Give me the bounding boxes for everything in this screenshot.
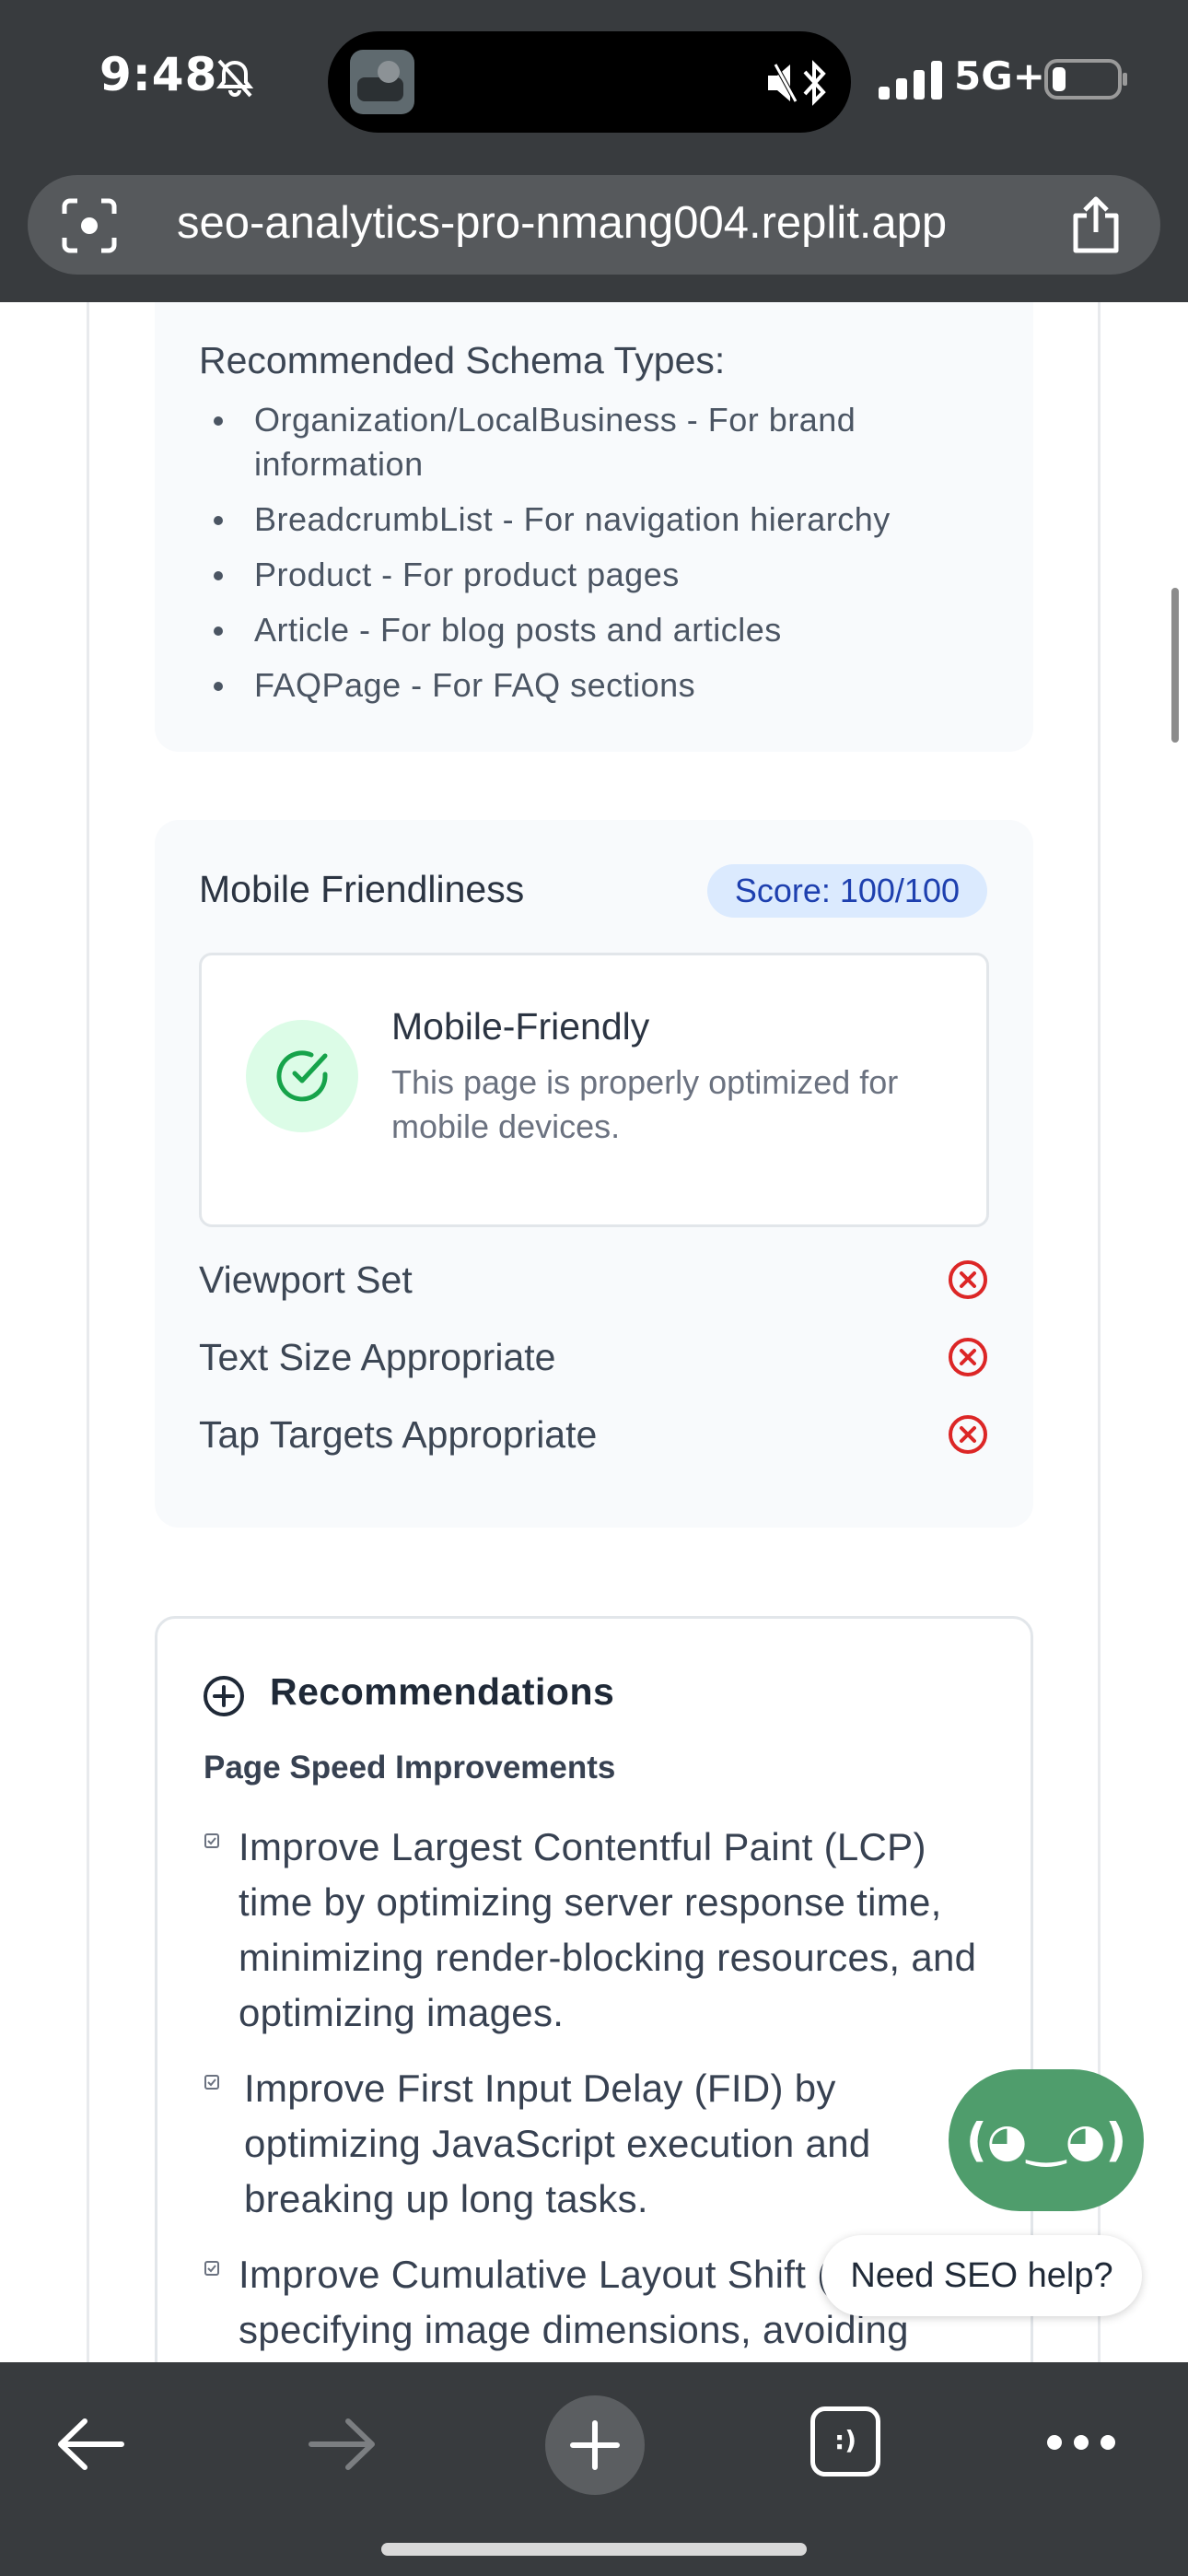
bell-off-icon	[215, 59, 254, 98]
check-label: Text Size Appropriate	[199, 1336, 556, 1378]
seo-assistant-button[interactable]: (◕‿◕)	[949, 2069, 1144, 2211]
new-tab-button[interactable]	[545, 2395, 645, 2495]
check-row: Viewport Set	[199, 1253, 989, 1308]
plus-icon	[570, 2420, 620, 2470]
top-chrome: 9:48 5G+ seo-analytics-pro-nmang004.repl…	[0, 0, 1188, 302]
home-indicator[interactable]	[381, 2543, 807, 2556]
scrollbar[interactable]	[1171, 588, 1179, 743]
speaker-mute-bluetooth-icon	[768, 60, 826, 106]
check-label: Tap Targets Appropriate	[199, 1413, 598, 1456]
schema-title: Recommended Schema Types:	[199, 339, 726, 381]
url-bar[interactable]: seo-analytics-pro-nmang004.replit.app	[28, 175, 1160, 275]
back-arrow-icon[interactable]	[53, 2412, 127, 2476]
schema-list: Organization/LocalBusiness - For brand i…	[199, 398, 991, 719]
recommendations-title: Recommendations	[270, 1670, 615, 1713]
schema-item: BreadcrumbList - For navigation hierarch…	[199, 498, 991, 542]
plus-circle-icon	[204, 1676, 244, 1716]
status-time: 9:48	[99, 48, 218, 101]
bottom-toolbar: :)	[0, 2362, 1188, 2576]
schema-types-card: Recommended Schema Types: Organization/L…	[155, 302, 1033, 752]
section-title: Mobile Friendliness	[199, 868, 525, 910]
more-menu-icon[interactable]	[1044, 2432, 1118, 2453]
network-type: 5G+	[954, 53, 1045, 99]
x-circle-icon	[949, 1415, 987, 1454]
content-border-left	[87, 302, 89, 2362]
forward-arrow-icon[interactable]	[306, 2412, 379, 2476]
check-row: Tap Targets Appropriate	[199, 1408, 989, 1463]
mobile-status-box: Mobile-Friendly This page is properly op…	[199, 953, 989, 1227]
dynamic-island	[328, 31, 851, 133]
recommendation-section-title: Page Speed Improvements	[204, 1750, 616, 1786]
x-circle-icon	[949, 1338, 987, 1376]
help-bubble[interactable]: Need SEO help?	[821, 2235, 1142, 2316]
checkbox-icon	[204, 1833, 219, 1848]
schema-item: FAQPage - For FAQ sections	[199, 663, 991, 708]
battery-icon	[1044, 59, 1127, 100]
schema-item: Product - For product pages	[199, 553, 991, 597]
page-content[interactable]: Recommended Schema Types: Organization/L…	[0, 302, 1188, 2362]
mobile-friendliness-card: Mobile Friendliness Score: 100/100 Mobil…	[155, 820, 1033, 1528]
now-playing-thumbnail	[350, 50, 414, 114]
signal-icon	[879, 61, 942, 100]
x-circle-icon	[949, 1260, 987, 1299]
score-badge: Score: 100/100	[706, 864, 987, 918]
check-row: Text Size Appropriate	[199, 1330, 989, 1386]
schema-item: Organization/LocalBusiness - For brand i…	[199, 398, 991, 486]
tab-switcher-button[interactable]: :)	[810, 2406, 880, 2476]
check-label: Viewport Set	[199, 1259, 413, 1301]
check-circle-icon	[246, 1020, 358, 1132]
content-border-right	[1098, 302, 1101, 2362]
checkbox-icon	[204, 2261, 219, 2276]
recommendation-text: Improve First Input Delay (FID) by optim…	[244, 2067, 871, 2220]
mobile-status-title: Mobile-Friendly	[391, 1005, 650, 1048]
share-icon[interactable]	[1068, 195, 1124, 254]
schema-item: Article - For blog posts and articles	[199, 608, 991, 652]
lens-search-icon[interactable]	[61, 197, 118, 254]
url-text[interactable]: seo-analytics-pro-nmang004.replit.app	[177, 197, 947, 249]
recommendation-text: Improve Largest Contentful Paint (LCP) t…	[239, 1825, 977, 2034]
checkbox-icon	[204, 2075, 219, 2090]
mobile-status-description: This page is properly optimized for mobi…	[391, 1063, 899, 1145]
